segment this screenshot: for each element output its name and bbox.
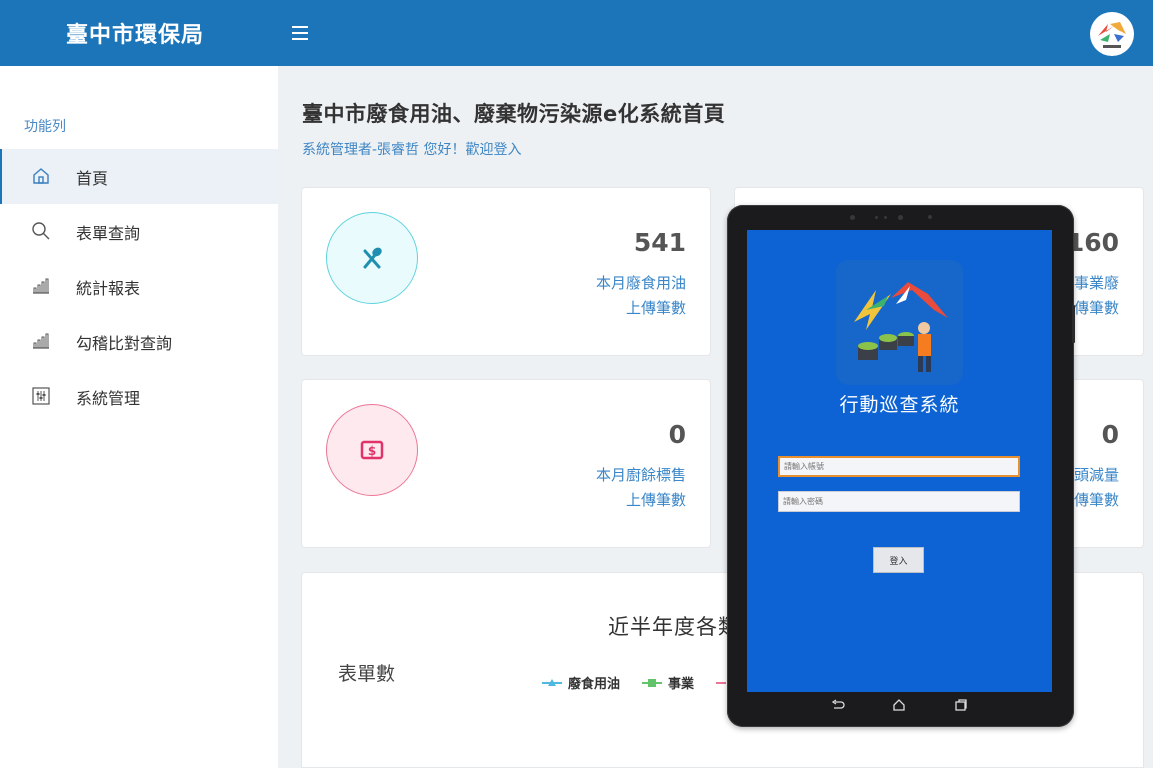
utensils-icon bbox=[326, 212, 418, 304]
chart-legend: 廢食用油 事業 bbox=[542, 673, 754, 692]
recent-apps-icon[interactable] bbox=[952, 696, 970, 714]
sidebar: 功能列 首頁 表單查詢 統計報表 勾稽比對查詢 系統管理 bbox=[0, 66, 278, 768]
city-logo-icon[interactable] bbox=[1090, 12, 1134, 56]
sidebar-item-label: 統計報表 bbox=[76, 279, 141, 298]
page-title: 臺中市廢食用油、廢棄物污染源e化系統首頁 bbox=[302, 102, 726, 126]
sliders-icon bbox=[31, 386, 51, 406]
app-title: 行動巡查系統 bbox=[839, 394, 960, 416]
sidebar-item-label: 表單查詢 bbox=[76, 224, 141, 243]
stat-label-line1: 頭減量 bbox=[1073, 466, 1119, 484]
camera-dot bbox=[898, 215, 903, 220]
login-button[interactable]: 登入 bbox=[873, 547, 924, 573]
sidebar-item-home[interactable]: 首頁 bbox=[0, 149, 278, 204]
camera-dot bbox=[884, 216, 887, 219]
svg-text:$: $ bbox=[368, 444, 376, 458]
legend-marker-icon bbox=[716, 681, 727, 684]
sidebar-title: 功能列 bbox=[24, 119, 66, 135]
chart-title: 近半年度各類 bbox=[608, 615, 740, 639]
sidebar-item-label: 系統管理 bbox=[76, 389, 141, 408]
legend-marker-icon bbox=[542, 678, 562, 686]
tablet-side-button bbox=[1072, 305, 1075, 343]
stat-card-used-oil[interactable]: 541 本月廢食用油 上傳筆數 bbox=[301, 187, 711, 356]
app-logo-icon bbox=[836, 260, 963, 385]
stat-label-line2: 上傳筆數 bbox=[625, 299, 686, 317]
android-nav-bar bbox=[747, 692, 1052, 717]
camera-dot bbox=[850, 215, 855, 220]
sidebar-item-label: 勾稽比對查詢 bbox=[76, 334, 173, 353]
money-icon: $ bbox=[326, 404, 418, 496]
password-input[interactable] bbox=[778, 491, 1020, 512]
sidebar-item-form-query[interactable]: 表單查詢 bbox=[0, 204, 278, 259]
stat-value: 541 bbox=[633, 228, 686, 257]
home-icon[interactable] bbox=[890, 696, 908, 714]
stat-label-line1: 事業廢 bbox=[1073, 274, 1119, 292]
camera-dot bbox=[928, 215, 932, 219]
legend-marker-icon bbox=[642, 678, 663, 687]
sidebar-nav: 首頁 表單查詢 統計報表 勾稽比對查詢 系統管理 bbox=[0, 149, 278, 424]
bar-chart-icon bbox=[31, 331, 51, 351]
legend-item-business[interactable]: 事業 bbox=[642, 673, 694, 692]
stat-label-line1: 本月廢食用油 bbox=[595, 274, 686, 292]
legend-item-used-oil[interactable]: 廢食用油 bbox=[542, 673, 620, 692]
brand-title[interactable]: 臺中市環保局 bbox=[66, 17, 204, 49]
account-input[interactable] bbox=[778, 456, 1020, 477]
sidebar-item-statistics[interactable]: 統計報表 bbox=[0, 259, 278, 314]
tablet-device: 行動巡查系統 登入 bbox=[727, 205, 1075, 727]
legend-label: 事業 bbox=[668, 677, 695, 692]
stat-value: 160 bbox=[1066, 228, 1119, 257]
search-icon bbox=[31, 221, 51, 241]
chart-ylabel: 表單數 bbox=[338, 663, 396, 685]
hamburger-icon[interactable] bbox=[292, 20, 312, 44]
legend-label: 廢食用油 bbox=[568, 677, 621, 692]
stat-label-line2: 傳筆數 bbox=[1073, 299, 1119, 317]
top-bar: 臺中市環保局 bbox=[0, 0, 1153, 66]
back-icon[interactable] bbox=[829, 696, 847, 714]
sidebar-item-system-admin[interactable]: 系統管理 bbox=[0, 369, 278, 424]
stat-card-kitchen-waste[interactable]: $ 0 本月廚餘標售 上傳筆數 bbox=[301, 379, 711, 548]
stat-label-line1: 本月廚餘標售 bbox=[595, 466, 686, 484]
stat-label-line2: 傳筆數 bbox=[1073, 491, 1119, 509]
bar-chart-icon bbox=[31, 276, 51, 296]
stat-value: 0 bbox=[1101, 420, 1119, 449]
stat-value: 0 bbox=[668, 420, 686, 449]
stat-label-line2: 上傳筆數 bbox=[625, 491, 686, 509]
sidebar-item-label: 首頁 bbox=[76, 169, 109, 188]
camera-dot bbox=[875, 216, 878, 219]
mobile-login-screen: 行動巡查系統 登入 bbox=[747, 230, 1052, 692]
home-icon bbox=[31, 166, 51, 186]
sidebar-item-audit-query[interactable]: 勾稽比對查詢 bbox=[0, 314, 278, 369]
welcome-message: 系統管理者-張睿哲 您好！歡迎登入 bbox=[302, 142, 522, 158]
